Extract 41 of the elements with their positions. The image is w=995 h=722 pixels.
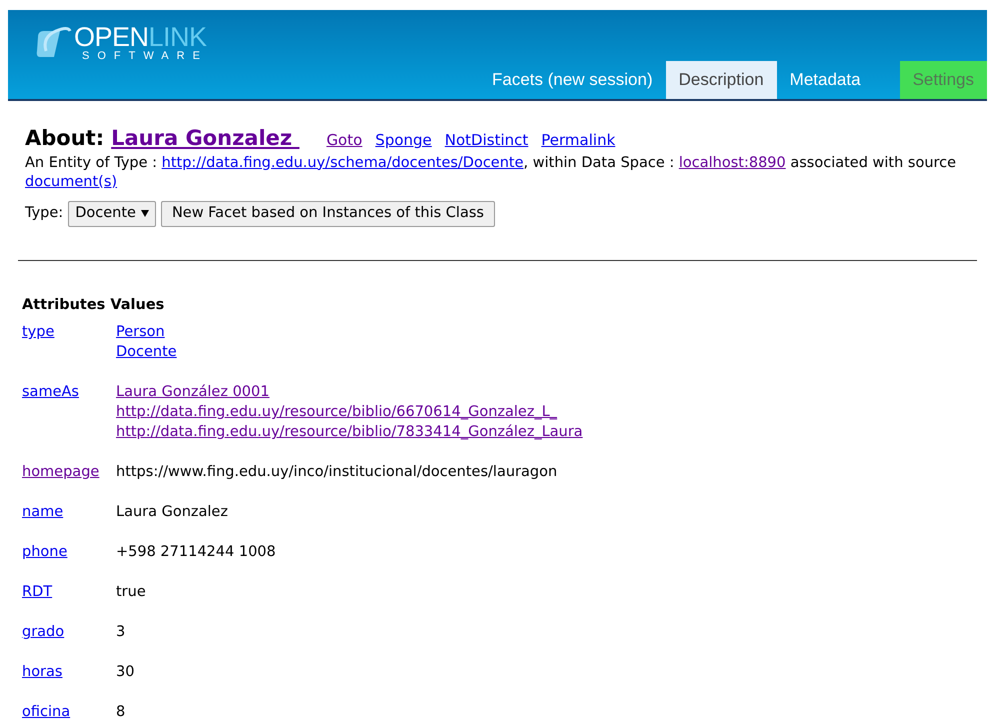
caret-icon	[140, 210, 149, 217]
type-label: Type:	[25, 204, 64, 223]
type-select[interactable]: Docente	[68, 200, 156, 226]
link[interactable]: type	[22, 324, 54, 340]
value-text: Laura Gonzalez	[116, 503, 228, 522]
column-header: Attributes	[22, 296, 106, 314]
tab[interactable]: Description	[666, 61, 777, 99]
entity-description: An Entity of Type : http://data.fing.edu.uy/schema/docentes/Docente, within Data Space : localhost:8890 associated with source document(s)	[25, 154, 958, 192]
link[interactable]: http://data.fing.edu.uy/schema/docentes/Docente	[162, 154, 524, 170]
link[interactable]: Permalink	[541, 129, 616, 152]
link[interactable]: Goto	[326, 129, 362, 152]
link[interactable]: http://data.fing.edu.uy/resource/biblio/7833414_González_Laura	[116, 422, 583, 442]
link[interactable]: Person	[116, 322, 165, 342]
link[interactable]: phone	[22, 544, 68, 560]
logo-tagline: SOFTWARE	[82, 51, 208, 62]
link[interactable]: homepage	[22, 464, 100, 480]
new-facet-button[interactable]: New Facet based on Instances of this Class	[160, 200, 495, 226]
value-text: +598 27114244 1008	[116, 543, 276, 562]
link[interactable]: oficina	[22, 704, 70, 720]
link[interactable]: name	[22, 504, 64, 520]
link[interactable]: localhost:8890	[678, 154, 786, 170]
link[interactable]: sameAs	[22, 384, 79, 400]
link[interactable]: http://data.fing.edu.uy/resource/biblio/6670614_Gonzalez_L_	[116, 402, 558, 422]
link[interactable]: Sponge	[375, 129, 432, 152]
logo-text: LINK	[148, 24, 207, 51]
link[interactable]: Laura González 0001	[116, 382, 270, 402]
value-text: 30	[116, 663, 134, 682]
link[interactable]: horas	[22, 664, 62, 680]
value-text: 8	[116, 703, 126, 722]
link[interactable]: NotDistinct	[444, 129, 528, 152]
link[interactable]: Docente	[116, 342, 177, 362]
link[interactable]: document(s)	[25, 174, 118, 190]
link[interactable]: grado	[22, 624, 64, 640]
about-label: About:	[25, 125, 104, 152]
value-text: https://www.fing.edu.uy/inco/institucional/docentes/lauragon	[116, 463, 558, 482]
entity-title-link[interactable]: Laura Gonzalez	[111, 123, 300, 154]
logo-text: OPEN	[74, 24, 149, 51]
link[interactable]: RDT	[22, 584, 52, 600]
value-text: true	[116, 583, 146, 602]
value-text: 3	[116, 623, 126, 642]
column-header: Values	[110, 296, 166, 314]
